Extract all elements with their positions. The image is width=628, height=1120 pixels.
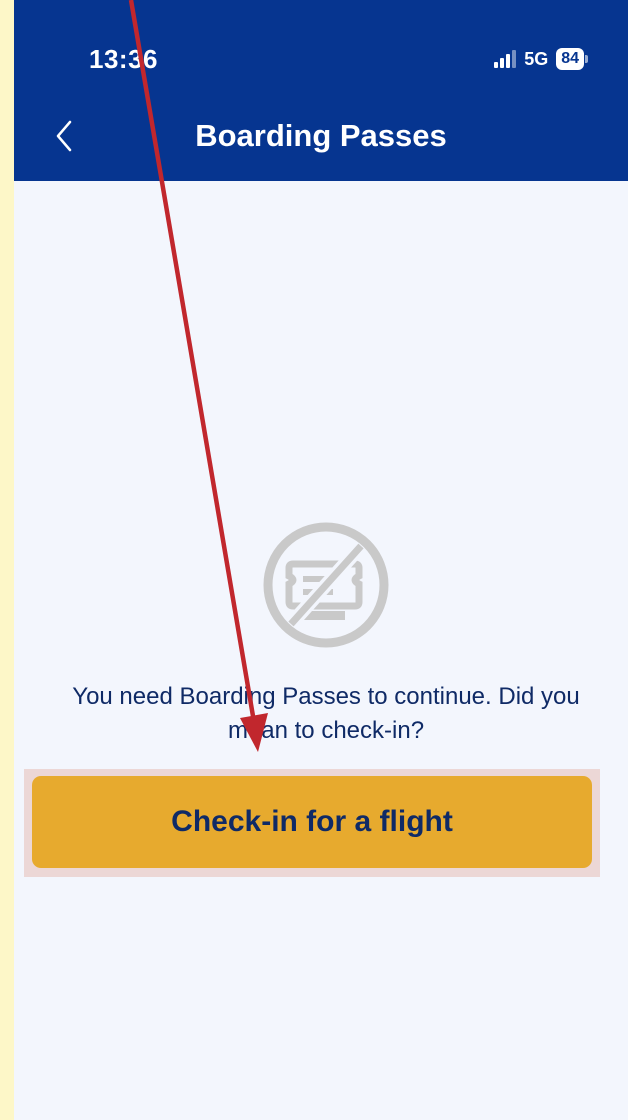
no-boarding-pass-icon bbox=[263, 522, 389, 648]
check-in-button[interactable]: Check-in for a flight bbox=[32, 776, 592, 868]
status-time: 13:36 bbox=[89, 44, 158, 74]
app-header: 13:36 5G 84 Boarding Passes bbox=[14, 0, 628, 181]
empty-state-message: You need Boarding Passes to continue. Di… bbox=[72, 683, 580, 744]
signal-icon bbox=[494, 50, 517, 68]
battery-icon: 84 bbox=[556, 48, 584, 70]
phone-screen: 13:36 5G 84 Boarding Passes You need Boa… bbox=[14, 0, 628, 1120]
status-indicators: 5G 84 bbox=[494, 46, 588, 72]
page-title: Boarding Passes bbox=[195, 118, 447, 153]
battery-tip bbox=[585, 55, 588, 63]
network-type: 5G bbox=[524, 48, 549, 69]
